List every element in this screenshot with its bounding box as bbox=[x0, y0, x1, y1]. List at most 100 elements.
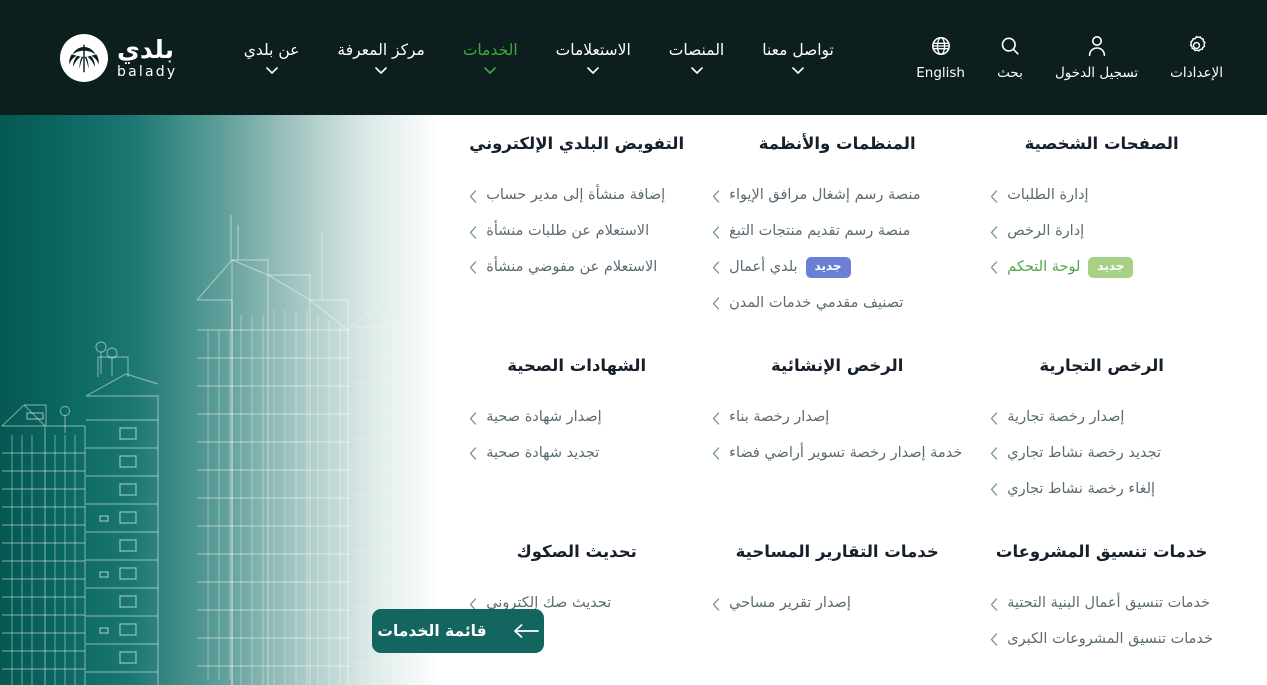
menu-link-label: منصة رسم تقديم منتجات التبغ bbox=[729, 223, 911, 240]
services-list-button[interactable]: قائمة الخدمات bbox=[372, 609, 544, 653]
palm-tree-icon bbox=[60, 33, 109, 82]
nav-label: الاستعلامات bbox=[555, 40, 631, 59]
chevron-down-icon bbox=[265, 67, 278, 74]
chevron-left-icon bbox=[712, 261, 721, 274]
settings-button[interactable]: الإعدادات bbox=[1154, 34, 1239, 81]
nav-item-platforms[interactable]: المنصات bbox=[650, 41, 743, 74]
section-title: التفويض البلدي الإلكتروني bbox=[469, 134, 685, 153]
nav-item-knowledge-center[interactable]: مركز المعرفة bbox=[318, 41, 443, 74]
chevron-left-icon bbox=[990, 261, 999, 274]
menu-link-issue-vacant-land-fencing-permit[interactable]: خدمة إصدار رخصة تسوير أراضي فضاء bbox=[712, 436, 962, 472]
menu-link-issue-health-certificate[interactable]: إصدار شهادة صحية bbox=[469, 400, 684, 436]
language-switch-english[interactable]: English bbox=[900, 34, 981, 81]
new-badge: جديد bbox=[805, 257, 851, 279]
section-title: الرخص التجارية bbox=[1039, 355, 1164, 375]
nav-item-about[interactable]: عن بلدي bbox=[225, 41, 319, 74]
chevron-left-icon bbox=[712, 411, 721, 425]
chevron-left-icon bbox=[990, 597, 999, 611]
menu-link-balady-business[interactable]: جديد بلدي أعمال bbox=[712, 250, 962, 286]
utility-label: بحث bbox=[997, 64, 1023, 81]
chevron-left-icon bbox=[712, 225, 721, 239]
menu-link-label: خدمة إصدار رخصة تسوير أراضي فضاء bbox=[729, 444, 963, 461]
menu-link-label: إدارة الطلبات bbox=[1007, 187, 1089, 204]
menu-link-inquire-facility-delegates[interactable]: الاستعلام عن مفوضي منشأة bbox=[469, 250, 684, 286]
menu-section-personal-pages: الصفحات الشخصية إدارة الطلبات إدارة الرخ… bbox=[976, 133, 1227, 349]
nav-item-services[interactable]: الخدمات bbox=[444, 41, 537, 74]
chevron-down-icon bbox=[484, 67, 497, 74]
chevron-left-icon bbox=[469, 411, 478, 425]
utility-bar: English بحث تسجيل الدخول الإعدادات bbox=[900, 34, 1239, 81]
menu-link-label: الاستعلام عن مفوضي منشأة bbox=[486, 258, 658, 275]
chevron-left-icon bbox=[990, 190, 999, 203]
utility-label: English bbox=[916, 64, 965, 81]
balady-logo[interactable]: بلدي balady bbox=[60, 33, 178, 82]
globe-icon bbox=[931, 34, 951, 58]
search-button[interactable]: بحث bbox=[981, 34, 1039, 81]
menu-link-renew-commercial-activity-license[interactable]: تجديد رخصة نشاط تجاري bbox=[990, 436, 1213, 472]
menu-link-issue-building-permit[interactable]: إصدار رخصة بناء bbox=[712, 400, 962, 436]
chevron-left-icon bbox=[469, 225, 478, 239]
services-list-button-label: قائمة الخدمات bbox=[377, 622, 487, 640]
section-title: خدمات تنسيق المشروعات bbox=[995, 541, 1208, 561]
section-title: الرخص الإنشائية bbox=[771, 355, 904, 375]
chevron-left-icon bbox=[469, 261, 478, 274]
new-badge: جديد bbox=[1088, 257, 1134, 279]
chevron-left-icon bbox=[469, 447, 478, 460]
nav-label: الخدمات bbox=[462, 40, 518, 59]
menu-link-manage-requests[interactable]: إدارة الطلبات bbox=[990, 178, 1213, 214]
section-title: الصفحات الشخصية bbox=[1024, 134, 1179, 153]
menu-link-infrastructure-works-coordination[interactable]: خدمات تنسيق أعمال البنية التحتية bbox=[990, 586, 1213, 622]
menu-link-add-facility-to-account-manager[interactable]: إضافة منشأة إلى مدير حساب bbox=[469, 178, 684, 214]
login-button[interactable]: تسجيل الدخول bbox=[1039, 34, 1154, 81]
menu-link-city-service-providers-classification[interactable]: تصنيف مقدمي خدمات المدن bbox=[712, 286, 962, 322]
menu-section-construction-licenses: الرخص الإنشائية إصدار رخصة بناء خدمة إصد… bbox=[698, 349, 976, 535]
gear-icon bbox=[1186, 34, 1207, 58]
menu-link-label: إضافة منشأة إلى مدير حساب bbox=[486, 187, 666, 204]
menu-link-shelter-facilities-fee-platform[interactable]: منصة رسم إشغال مرافق الإيواء bbox=[712, 178, 962, 214]
main-navigation: عن بلدي مركز المعرفة الخدمات الاستعلامات… bbox=[225, 41, 853, 74]
menu-link-label: تصنيف مقدمي خدمات المدن bbox=[729, 294, 904, 311]
chevron-left-icon bbox=[712, 297, 721, 310]
menu-link-dashboard[interactable]: جديد لوحة التحكم bbox=[990, 250, 1213, 286]
site-header: بلدي balady عن بلدي مركز المعرفة الخدمات… bbox=[0, 0, 1267, 115]
menu-link-issue-commercial-license[interactable]: إصدار رخصة تجارية bbox=[990, 400, 1213, 436]
nav-item-inquiries[interactable]: الاستعلامات bbox=[537, 41, 650, 74]
nav-label: مركز المعرفة bbox=[337, 40, 425, 59]
logo-text-ar: بلدي bbox=[117, 34, 174, 64]
menu-link-manage-licenses[interactable]: إدارة الرخص bbox=[990, 214, 1213, 250]
nav-item-contact-us[interactable]: تواصل معنا bbox=[743, 41, 853, 74]
chevron-left-icon bbox=[990, 447, 999, 460]
menu-link-label: إصدار رخصة بناء bbox=[729, 409, 830, 426]
chevron-left-icon bbox=[712, 190, 721, 203]
menu-link-label: إدارة الرخص bbox=[1007, 223, 1085, 240]
chevron-left-icon bbox=[712, 447, 721, 460]
chevron-down-icon bbox=[690, 67, 703, 74]
menu-link-tobacco-products-fee-platform[interactable]: منصة رسم تقديم منتجات التبغ bbox=[712, 214, 962, 250]
services-mega-menu: الصفحات الشخصية إدارة الطلبات إدارة الرخ… bbox=[0, 115, 1267, 685]
chevron-down-icon bbox=[792, 67, 804, 74]
menu-link-label: إلغاء رخصة نشاط تجاري bbox=[1007, 480, 1156, 497]
menu-link-label: الاستعلام عن طلبات منشأة bbox=[486, 223, 650, 240]
utility-label: تسجيل الدخول bbox=[1054, 64, 1139, 81]
menu-section-project-coordination-services: خدمات تنسيق المشروعات خدمات تنسيق أعمال … bbox=[976, 535, 1227, 685]
menu-link-inquire-facility-requests[interactable]: الاستعلام عن طلبات منشأة bbox=[469, 214, 684, 250]
menu-link-label: إصدار تقرير مساحي bbox=[729, 595, 851, 612]
menu-link-label: لوحة التحكم bbox=[1007, 258, 1081, 275]
menu-link-issue-survey-report[interactable]: إصدار تقرير مساحي bbox=[712, 586, 962, 622]
logo-text-en: balady bbox=[117, 63, 178, 80]
menu-link-renew-health-certificate[interactable]: تجديد شهادة صحية bbox=[469, 436, 684, 472]
chevron-left-icon bbox=[712, 597, 721, 611]
arrow-left-icon bbox=[513, 624, 539, 638]
section-title: خدمات التقارير المساحية bbox=[735, 541, 939, 561]
section-title: الشهادات الصحية bbox=[507, 355, 647, 375]
menu-section-survey-reports-services: خدمات التقارير المساحية إصدار تقرير مساح… bbox=[698, 535, 976, 685]
utility-label: الإعدادات bbox=[1170, 64, 1223, 81]
user-icon bbox=[1087, 34, 1107, 58]
menu-section-organizations-systems: المنظمات والأنظمة منصة رسم إشغال مرافق ا… bbox=[698, 133, 976, 349]
menu-link-major-projects-coordination[interactable]: خدمات تنسيق المشروعات الكبرى bbox=[990, 622, 1213, 658]
menu-link-cancel-commercial-activity-license[interactable]: إلغاء رخصة نشاط تجاري bbox=[990, 472, 1213, 508]
menu-link-label: منصة رسم إشغال مرافق الإيواء bbox=[729, 187, 921, 204]
menu-link-label: إصدار رخصة تجارية bbox=[1007, 409, 1125, 426]
chevron-left-icon bbox=[990, 483, 999, 496]
page-root: بلدي balady عن بلدي مركز المعرفة الخدمات… bbox=[0, 0, 1267, 685]
